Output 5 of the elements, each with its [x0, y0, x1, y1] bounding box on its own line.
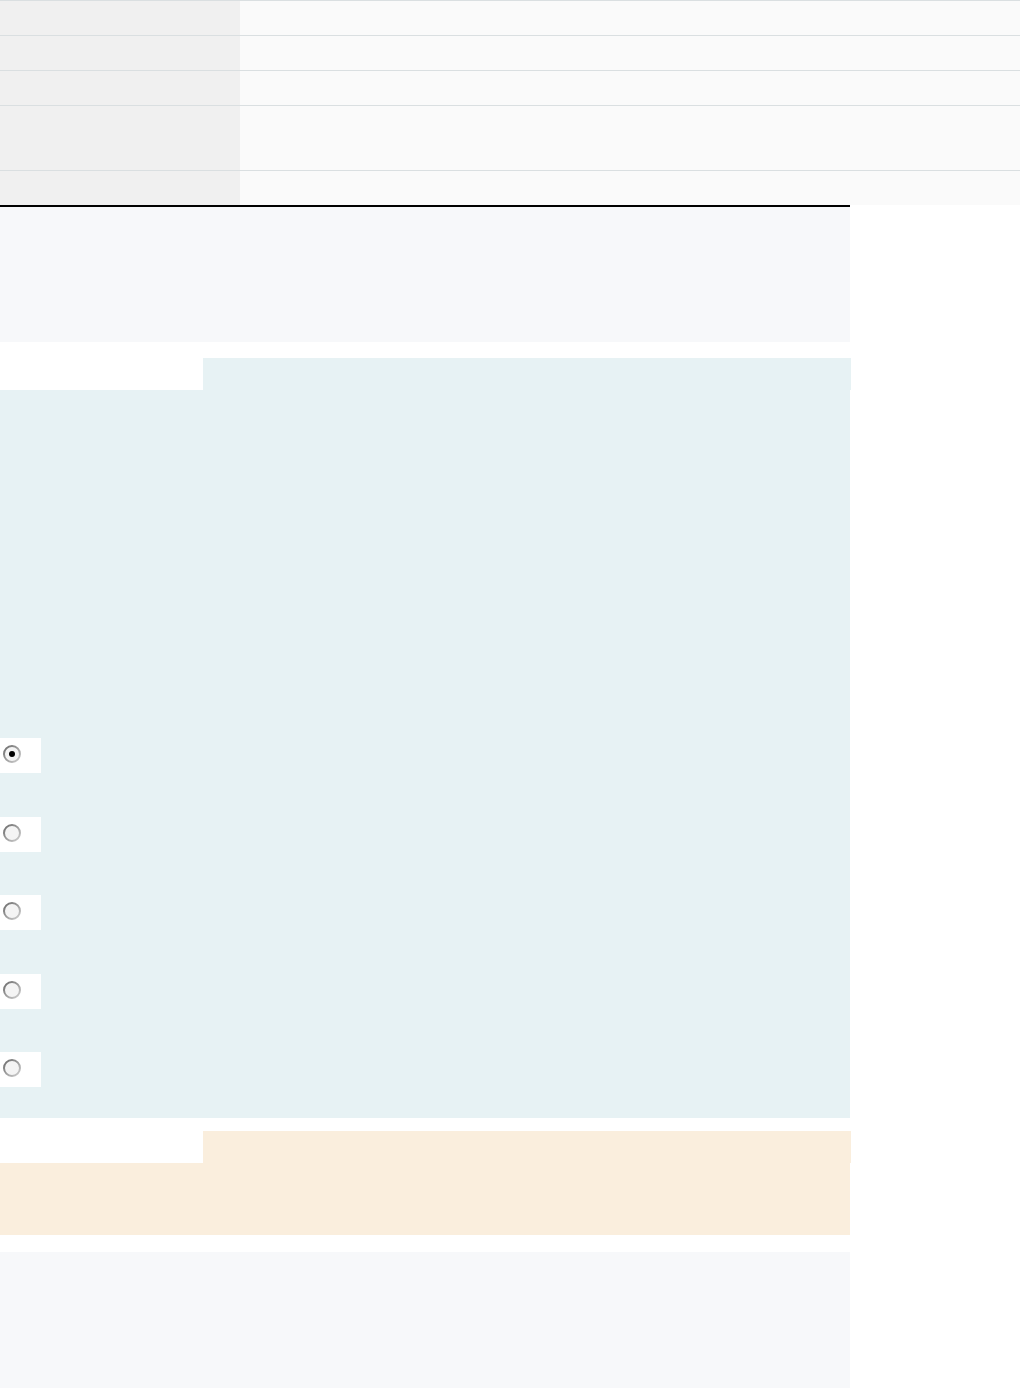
- radio-button[interactable]: [0, 738, 41, 773]
- radio-button[interactable]: [0, 895, 41, 930]
- radio-button[interactable]: [0, 816, 41, 852]
- radio-button[interactable]: [0, 1052, 41, 1087]
- radio-button[interactable]: [0, 973, 41, 1009]
